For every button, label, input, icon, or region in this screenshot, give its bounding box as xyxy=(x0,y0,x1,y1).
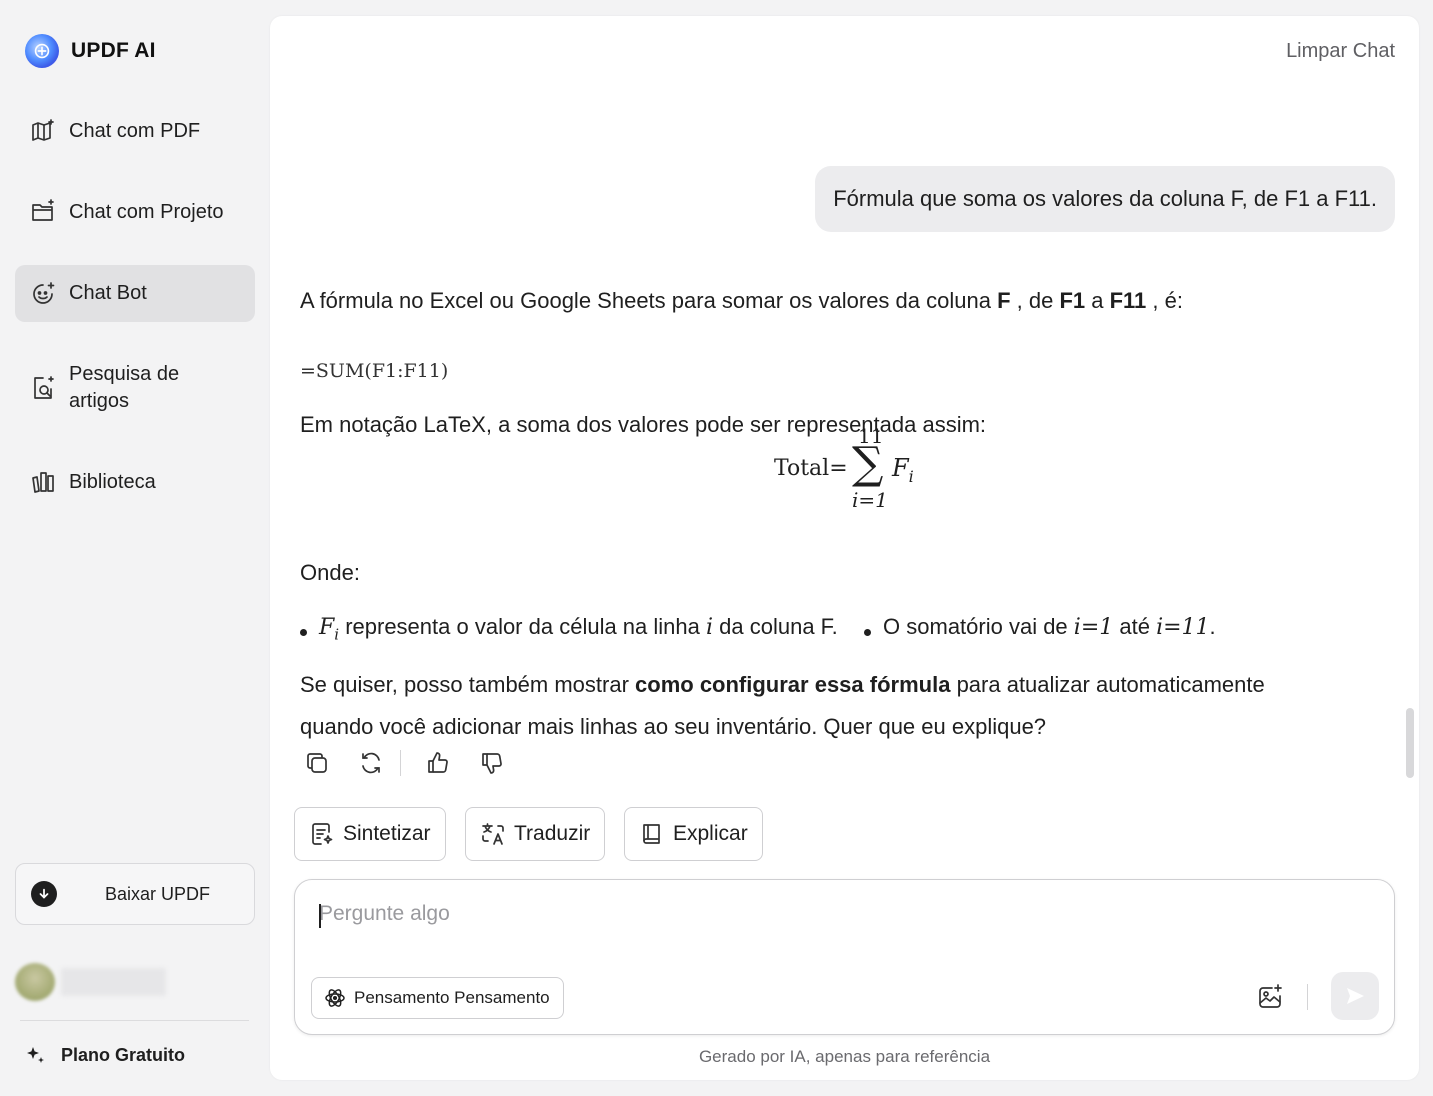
document-search-icon xyxy=(29,374,57,402)
scrollbar[interactable] xyxy=(1406,708,1414,778)
sidebar-item-biblioteca[interactable]: Biblioteca xyxy=(15,453,255,511)
code-formula: =SUM(F1:F11) xyxy=(300,360,449,382)
question-input[interactable] xyxy=(319,902,1219,926)
action-separator xyxy=(400,750,401,776)
translate-icon xyxy=(482,823,504,845)
image-upload-icon[interactable] xyxy=(1253,980,1287,1014)
sparkle-icon xyxy=(27,1047,44,1063)
send-icon xyxy=(1347,988,1364,1004)
sidebar: UPDF AI Chat com PDF Chat com Projeto Ch… xyxy=(0,0,270,1096)
bullet2-to: i=11 xyxy=(1156,615,1210,640)
user-message-bubble: Fórmula que soma os valores da coluna F,… xyxy=(815,166,1395,232)
sidebar-item-label: Pesquisa de artigos xyxy=(69,363,180,412)
user-profile[interactable] xyxy=(15,963,175,1001)
bullet-dot xyxy=(864,628,872,636)
updf-logo-icon xyxy=(25,34,59,68)
app-name: UPDF AI xyxy=(71,39,156,62)
bullet-list: Fi representa o valor da célula na linha… xyxy=(300,610,1216,651)
translate-button[interactable]: Traduzir xyxy=(465,807,606,861)
regenerate-icon[interactable] xyxy=(354,746,388,780)
synthesize-button[interactable]: Sintetizar xyxy=(294,807,446,861)
answer-text: A fórmula no Excel ou Google Sheets para… xyxy=(300,288,998,313)
synthesize-label: Sintetizar xyxy=(343,822,431,845)
bullet2-from: i=1 xyxy=(1073,615,1114,640)
bot-face-icon xyxy=(29,280,57,308)
bullet1-math: Fi xyxy=(319,615,340,644)
thinking-label: Pensamento Pensamento xyxy=(354,988,550,1007)
answer-bold: F1 xyxy=(1059,288,1086,313)
formula-lhs: Total= xyxy=(774,456,848,481)
formula-term: Fi xyxy=(892,454,914,486)
explain-label: Explicar xyxy=(673,822,748,845)
thinking-toggle-button[interactable]: Pensamento Pensamento xyxy=(311,977,564,1019)
input-separator xyxy=(1307,984,1308,1010)
translate-label: Traduzir xyxy=(514,822,591,845)
avatar xyxy=(15,963,55,1001)
download-updf-button[interactable]: Baixar UPDF xyxy=(15,863,255,925)
closing-line-2: quando você adicionar mais linhas ao seu… xyxy=(300,714,1047,739)
formula-lower-bound: i=1 xyxy=(852,488,888,512)
sidebar-item-chat-projeto[interactable]: Chat com Projeto xyxy=(15,183,255,241)
sidebar-item-pesquisa-artigos[interactable]: Pesquisa de artigos xyxy=(15,352,255,424)
chat-panel: Limpar Chat Fórmula que soma os valores … xyxy=(270,16,1419,1080)
send-button[interactable] xyxy=(1331,972,1379,1020)
download-label: Baixar UPDF xyxy=(105,883,211,904)
sidebar-item-chat-bot[interactable]: Chat Bot xyxy=(15,265,255,322)
book-icon xyxy=(643,824,660,844)
brand: UPDF AI xyxy=(25,34,156,68)
atom-icon xyxy=(325,989,345,1007)
sidebar-item-label: Biblioteca xyxy=(69,470,156,493)
chat-input-box: Pensamento Pensamento xyxy=(294,879,1395,1035)
onde-label: Onde: xyxy=(300,560,360,585)
book-sparkle-icon xyxy=(29,117,57,145)
plan-link[interactable]: Plano Gratuito xyxy=(24,1044,185,1066)
answer-bold: F xyxy=(997,288,1011,313)
answer-bold: F11 xyxy=(1109,288,1147,313)
library-icon xyxy=(29,468,57,496)
answer-text: , de xyxy=(1010,288,1060,313)
sidebar-item-label: Chat com Projeto xyxy=(69,200,224,223)
latex-formula: Total= 11 ∑ i=1 Fi xyxy=(774,424,944,520)
bullet1-end: da coluna F. xyxy=(713,614,838,639)
summarize-icon xyxy=(312,823,333,845)
thumbs-down-icon[interactable] xyxy=(475,746,509,780)
ai-disclaimer: Gerado por IA, apenas para referência xyxy=(698,1047,991,1066)
bullet-dot xyxy=(300,628,307,636)
answer-text: , é: xyxy=(1146,288,1183,313)
sidebar-divider xyxy=(20,1020,249,1021)
closing-line-1: Se quiser, posso também mostrar como con… xyxy=(300,664,1265,706)
sidebar-item-label: Chat Bot xyxy=(69,282,147,304)
bullet2-text: O somatório vai de xyxy=(883,614,1074,639)
copy-icon[interactable] xyxy=(300,746,334,780)
sidebar-item-chat-pdf[interactable]: Chat com PDF xyxy=(15,102,255,160)
answer-text: a xyxy=(1085,288,1110,313)
clear-chat-button[interactable]: Limpar Chat xyxy=(1286,40,1395,63)
bullet1-var: i xyxy=(705,615,714,640)
download-icon xyxy=(31,881,57,907)
thumbs-up-icon[interactable] xyxy=(421,746,455,780)
bullet2-end: . xyxy=(1209,614,1216,639)
bullet2-mid: até xyxy=(1113,614,1157,639)
plan-label: Plano Gratuito xyxy=(61,1044,186,1065)
answer-bold: como configurar essa fórmula xyxy=(635,672,951,697)
message-actions xyxy=(300,746,529,780)
answer-intro: A fórmula no Excel ou Google Sheets para… xyxy=(300,282,1183,320)
user-name-redacted xyxy=(61,968,166,996)
answer-text: para atualizar automaticamente xyxy=(950,672,1265,697)
sidebar-item-label: Chat com PDF xyxy=(69,119,201,142)
explain-button[interactable]: Explicar xyxy=(624,807,763,861)
folder-sparkle-icon xyxy=(29,198,57,226)
sum-symbol: ∑ xyxy=(852,438,884,489)
text-caret xyxy=(319,904,321,928)
bullet1-text: representa o valor da célula na linha xyxy=(339,614,706,639)
answer-text: Se quiser, posso também mostrar xyxy=(300,672,636,697)
